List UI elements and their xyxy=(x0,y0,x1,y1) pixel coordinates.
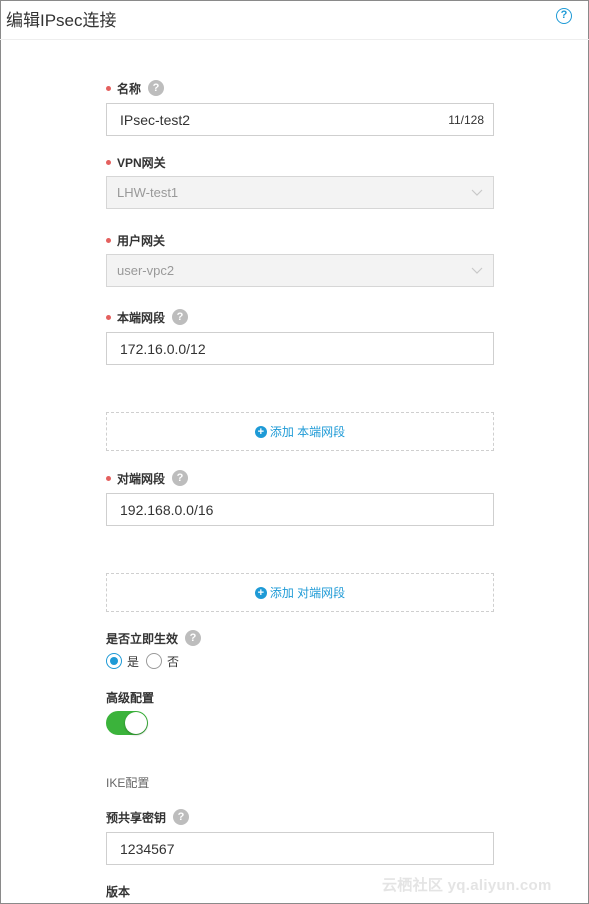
version-label-text: 版本 xyxy=(106,884,131,899)
toggle-knob xyxy=(125,712,147,734)
name-label: 名称 ? xyxy=(106,79,165,97)
name-input[interactable]: IPsec-test2 11/128 xyxy=(106,103,494,136)
remote-subnet-label: 对端网段 ? xyxy=(106,469,189,487)
user-gateway-label-text: 用户网关 xyxy=(117,233,166,248)
add-remote-subnet-label: 添加 对端网段 xyxy=(269,586,346,600)
vpn-gateway-select[interactable]: LHW-test1 xyxy=(106,176,494,209)
vpn-gateway-value: LHW-test1 xyxy=(117,185,179,200)
plus-circle-icon: + xyxy=(254,425,267,438)
local-subnet-value: 172.16.0.0/12 xyxy=(120,340,206,357)
chevron-down-icon xyxy=(471,189,483,196)
vpn-gateway-label: VPN网关 xyxy=(106,153,166,171)
name-label-text: 名称 xyxy=(117,81,142,96)
page-title: 编辑IPsec连接 xyxy=(6,11,117,30)
required-dot xyxy=(106,159,111,165)
psk-label: 预共享密钥 ? xyxy=(106,808,190,826)
vpn-gateway-label-text: VPN网关 xyxy=(117,155,166,170)
add-remote-subnet-button[interactable]: + 添加 对端网段 xyxy=(106,573,494,612)
add-local-subnet-label: 添加 本端网段 xyxy=(269,425,346,439)
help-icon[interactable]: ? xyxy=(173,809,190,825)
required-dot xyxy=(106,237,111,243)
remote-subnet-value: 192.168.0.0/16 xyxy=(120,501,214,518)
effective-immediately-label-text: 是否立即生效 xyxy=(106,631,179,646)
psk-input[interactable]: 1234567 xyxy=(106,832,494,865)
help-icon[interactable]: ? xyxy=(185,630,202,646)
plus-circle-icon: + xyxy=(254,586,267,599)
effective-radio-group: 是 否 xyxy=(106,652,179,670)
effective-immediately-label: 是否立即生效 ? xyxy=(106,629,202,647)
chevron-down-icon xyxy=(471,267,483,274)
remote-subnet-label-text: 对端网段 xyxy=(117,471,166,486)
help-icon[interactable]: ? xyxy=(148,80,165,96)
watermark: 云栖社区 yq.aliyun.com xyxy=(382,877,552,894)
local-subnet-label-text: 本端网段 xyxy=(117,310,166,325)
required-dot xyxy=(106,85,111,91)
name-input-value: IPsec-test2 xyxy=(120,111,191,128)
ike-section-title: IKE配置 xyxy=(106,776,150,790)
psk-label-text: 预共享密钥 xyxy=(106,810,167,825)
advanced-config-label-text: 高级配置 xyxy=(106,690,155,705)
advanced-config-toggle[interactable] xyxy=(106,711,148,735)
user-gateway-select[interactable]: user-vpc2 xyxy=(106,254,494,287)
radio-yes[interactable] xyxy=(106,653,122,669)
add-local-subnet-button[interactable]: + 添加 本端网段 xyxy=(106,412,494,451)
help-icon[interactable]: ? xyxy=(556,8,572,24)
help-icon[interactable]: ? xyxy=(172,470,189,486)
radio-yes-label[interactable]: 是 xyxy=(127,653,139,670)
user-gateway-label: 用户网关 xyxy=(106,231,166,249)
required-dot xyxy=(106,314,111,320)
help-icon[interactable]: ? xyxy=(172,309,189,325)
version-label: 版本 xyxy=(106,882,130,900)
local-subnet-input[interactable]: 172.16.0.0/12 xyxy=(106,332,494,365)
remote-subnet-input[interactable]: 192.168.0.0/16 xyxy=(106,493,494,526)
radio-no[interactable] xyxy=(146,653,163,669)
required-dot xyxy=(106,475,111,481)
radio-no-label[interactable]: 否 xyxy=(167,653,179,670)
name-char-counter: 11/128 xyxy=(448,113,484,127)
local-subnet-label: 本端网段 ? xyxy=(106,308,189,326)
user-gateway-value: user-vpc2 xyxy=(117,263,175,278)
dialog-header: 编辑IPsec连接 ? xyxy=(0,0,589,40)
psk-value: 1234567 xyxy=(120,840,175,857)
advanced-config-label: 高级配置 xyxy=(106,688,154,706)
